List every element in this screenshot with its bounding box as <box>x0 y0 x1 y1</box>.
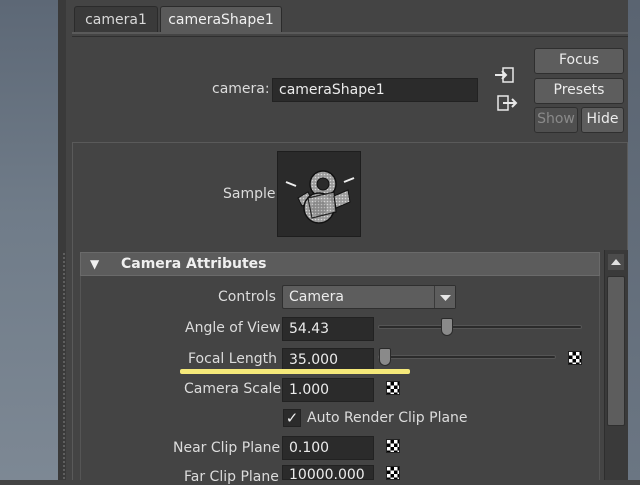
camera-icon <box>285 170 355 224</box>
section-title: Camera Attributes <box>121 256 267 272</box>
near-clip-plane-field[interactable]: 0.100 <box>282 436 374 460</box>
presets-button[interactable]: Presets <box>534 78 624 104</box>
auto-render-clip-plane-label: Auto Render Clip Plane <box>307 410 468 426</box>
focus-button[interactable]: Focus <box>534 48 624 74</box>
tab-camera1[interactable]: camera1 <box>74 6 158 32</box>
controls-dropdown[interactable]: Camera <box>282 285 456 309</box>
focal-length-slider-handle[interactable] <box>379 348 391 366</box>
hide-button[interactable]: Hide <box>581 107 624 133</box>
controls-dropdown-button[interactable] <box>434 286 455 308</box>
tab-camerashape1[interactable]: cameraShape1 <box>160 6 282 32</box>
collapse-triangle-icon[interactable]: ▼ <box>90 257 99 271</box>
angle-of-view-field[interactable]: 54.43 <box>282 317 374 341</box>
tab-divider <box>72 36 628 37</box>
chevron-up-icon <box>611 259 621 265</box>
go-to-input-icon[interactable] <box>494 66 516 84</box>
sample-label: Sample <box>223 186 276 202</box>
controls-label: Controls <box>218 289 276 305</box>
far-clip-plane-map-button[interactable] <box>386 466 400 480</box>
scroll-up-button[interactable] <box>608 254 624 270</box>
scrollbar-thumb[interactable] <box>607 276 625 426</box>
near-clip-plane-label: Near Clip Plane <box>173 440 281 456</box>
sample-swatch <box>277 151 361 237</box>
far-clip-plane-field[interactable]: 10000.000 <box>282 465 374 480</box>
camera-scale-map-button[interactable] <box>386 381 400 395</box>
controls-value: Camera <box>289 289 344 305</box>
angle-of-view-slider-handle[interactable] <box>441 318 453 336</box>
focal-length-label: Focal Length <box>188 351 278 367</box>
desktop-background <box>0 0 58 480</box>
focal-length-highlight <box>180 369 410 374</box>
angle-of-view-slider[interactable] <box>378 325 582 329</box>
chevron-down-icon <box>440 295 451 301</box>
go-to-output-icon[interactable] <box>496 94 518 112</box>
show-button[interactable]: Show <box>534 107 578 133</box>
node-name-field[interactable]: cameraShape1 <box>272 78 478 102</box>
node-type-label: camera: <box>212 81 270 97</box>
far-clip-plane-label: Far Clip Plane <box>184 469 279 485</box>
near-clip-plane-map-button[interactable] <box>386 439 400 453</box>
drag-handle[interactable] <box>62 252 66 480</box>
tab-underline <box>72 32 628 34</box>
focal-length-map-button[interactable] <box>568 351 582 365</box>
auto-render-clip-plane-checkbox[interactable]: ✓ <box>283 409 301 427</box>
camera-scale-label: Camera Scale <box>184 381 282 397</box>
desktop-background-right <box>628 0 640 480</box>
camera-scale-field[interactable]: 1.000 <box>282 378 374 402</box>
focal-length-slider[interactable] <box>378 355 556 359</box>
angle-of-view-label: Angle of View <box>185 320 281 336</box>
